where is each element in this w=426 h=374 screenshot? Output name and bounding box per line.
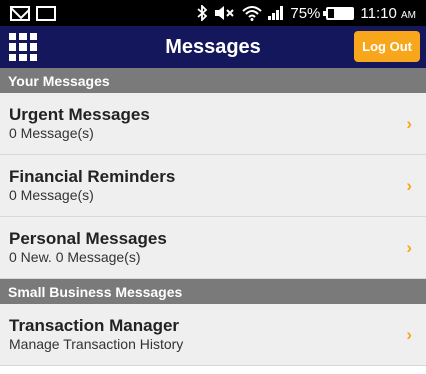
item-subtitle: 0 New. 0 Message(s) [9, 249, 141, 265]
list-item-transaction-manager[interactable]: Transaction Manager Manage Transaction H… [0, 304, 426, 366]
chevron-right-icon: › [406, 113, 412, 133]
status-left [10, 5, 56, 21]
item-title: Personal Messages [9, 229, 167, 248]
page-title: Messages [165, 35, 261, 58]
bluetooth-icon [196, 5, 208, 21]
list-item-personal-messages[interactable]: Personal Messages 0 New. 0 Message(s) › [0, 217, 426, 279]
item-subtitle: 0 Message(s) [9, 187, 94, 203]
status-bar: 75% 11:10 AM [0, 0, 426, 26]
status-right: 75% 11:10 AM [196, 5, 416, 22]
chevron-right-icon: › [406, 175, 412, 195]
item-title: Urgent Messages [9, 105, 150, 124]
chevron-right-icon: › [406, 237, 412, 257]
battery-percent: 75% [290, 4, 321, 22]
item-subtitle: Manage Transaction History [9, 336, 184, 352]
list-item-urgent-messages[interactable]: Urgent Messages 0 Message(s) › [0, 93, 426, 155]
clock-ampm: AM [401, 9, 416, 21]
wifi-icon [242, 5, 263, 21]
mute-icon [214, 5, 236, 21]
item-title: Financial Reminders [9, 167, 176, 186]
clock: 11:10 AM [360, 5, 416, 22]
item-title: Transaction Manager [9, 316, 180, 335]
grid-menu-icon[interactable] [7, 31, 39, 63]
battery-fill [334, 8, 353, 18]
section-header-small-business: Small Business Messages [0, 279, 426, 304]
signal-icon [268, 6, 284, 20]
battery-icon [323, 6, 355, 20]
gmail-icon [10, 5, 30, 21]
item-subtitle: 0 Message(s) [9, 125, 94, 141]
app-header: Messages Log Out [0, 26, 426, 68]
chevron-right-icon: › [406, 324, 412, 344]
list-item-financial-reminders[interactable]: Financial Reminders 0 Message(s) › [0, 155, 426, 217]
message-icon [36, 5, 56, 21]
section-header-your-messages: Your Messages [0, 68, 426, 93]
logout-button[interactable]: Log Out [354, 31, 420, 62]
clock-time: 11:10 [360, 4, 397, 22]
